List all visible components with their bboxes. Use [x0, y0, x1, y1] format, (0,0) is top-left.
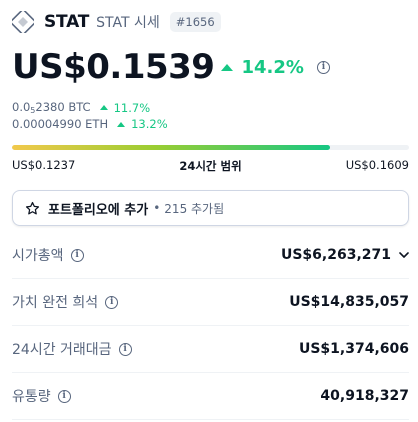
caret-up-icon: [99, 105, 108, 110]
coin-name: STAT: [44, 12, 90, 32]
range-high: US$0.1609: [345, 158, 409, 172]
price-change-value: 14.2%: [241, 56, 304, 78]
eth-change: 13.2%: [117, 117, 168, 131]
info-icon[interactable]: i: [118, 342, 132, 356]
range-fill: [12, 145, 330, 150]
price-row: US$0.1539 14.2% i: [12, 46, 330, 88]
btc-conversion: 0.052380 BTC 11.7%: [12, 100, 150, 115]
chevron-down-icon[interactable]: [399, 250, 409, 260]
stat-row-volume: 24시간 거래대금 i US$1,374,606: [12, 326, 409, 373]
caret-up-icon: [117, 121, 126, 127]
star-icon: [25, 201, 40, 214]
range-bar: [12, 145, 409, 150]
stat-value: 40,918,327: [320, 388, 409, 404]
range-label: 24시간 범위: [179, 159, 242, 173]
stat-logo-icon: [12, 11, 34, 33]
range-labels: US$0.1237 24시간 범위 US$0.1609: [12, 158, 409, 174]
stat-value: US$1,374,606: [298, 341, 409, 357]
stat-row-market-cap[interactable]: 시가총액 i US$6,263,271: [12, 232, 409, 279]
info-icon[interactable]: i: [316, 60, 330, 74]
portfolio-count: 215 추가됨: [164, 201, 225, 216]
stat-label: 시가총액 i: [12, 245, 84, 265]
stat-label: 24시간 거래대금 i: [12, 339, 132, 359]
eth-price: 0.00004990 ETH: [12, 117, 109, 131]
portfolio-label: 포트폴리오에 추가: [48, 202, 149, 218]
price-value: US$0.1539: [12, 47, 215, 87]
info-icon[interactable]: i: [105, 295, 119, 309]
stat-value: US$6,263,271: [281, 247, 409, 263]
coin-symbol: STAT 시세: [96, 15, 160, 31]
stat-label: 가치 완전 희석 i: [12, 292, 119, 312]
btc-price: 0.052380 BTC: [12, 100, 91, 115]
portfolio-separator: •: [153, 201, 161, 215]
rank-badge: #1656: [169, 12, 221, 32]
eth-conversion: 0.00004990 ETH 13.2%: [12, 117, 168, 131]
price-change: 14.2%: [221, 56, 304, 78]
coin-header: STAT STAT 시세 #1656: [12, 10, 221, 34]
info-icon[interactable]: i: [70, 248, 84, 262]
stat-label: 유통량 i: [12, 386, 71, 406]
stat-row-fdv: 가치 완전 희석 i US$14,835,057: [12, 279, 409, 326]
stat-row-circulating-supply: 유통량 i 40,918,327: [12, 373, 409, 420]
info-icon[interactable]: i: [57, 389, 71, 403]
add-to-portfolio-button[interactable]: 포트폴리오에 추가 • 215 추가됨: [12, 190, 409, 226]
caret-up-icon: [221, 63, 234, 71]
btc-change: 11.7%: [99, 101, 150, 115]
range-low: US$0.1237: [12, 158, 76, 172]
stat-value: US$14,835,057: [289, 294, 409, 310]
